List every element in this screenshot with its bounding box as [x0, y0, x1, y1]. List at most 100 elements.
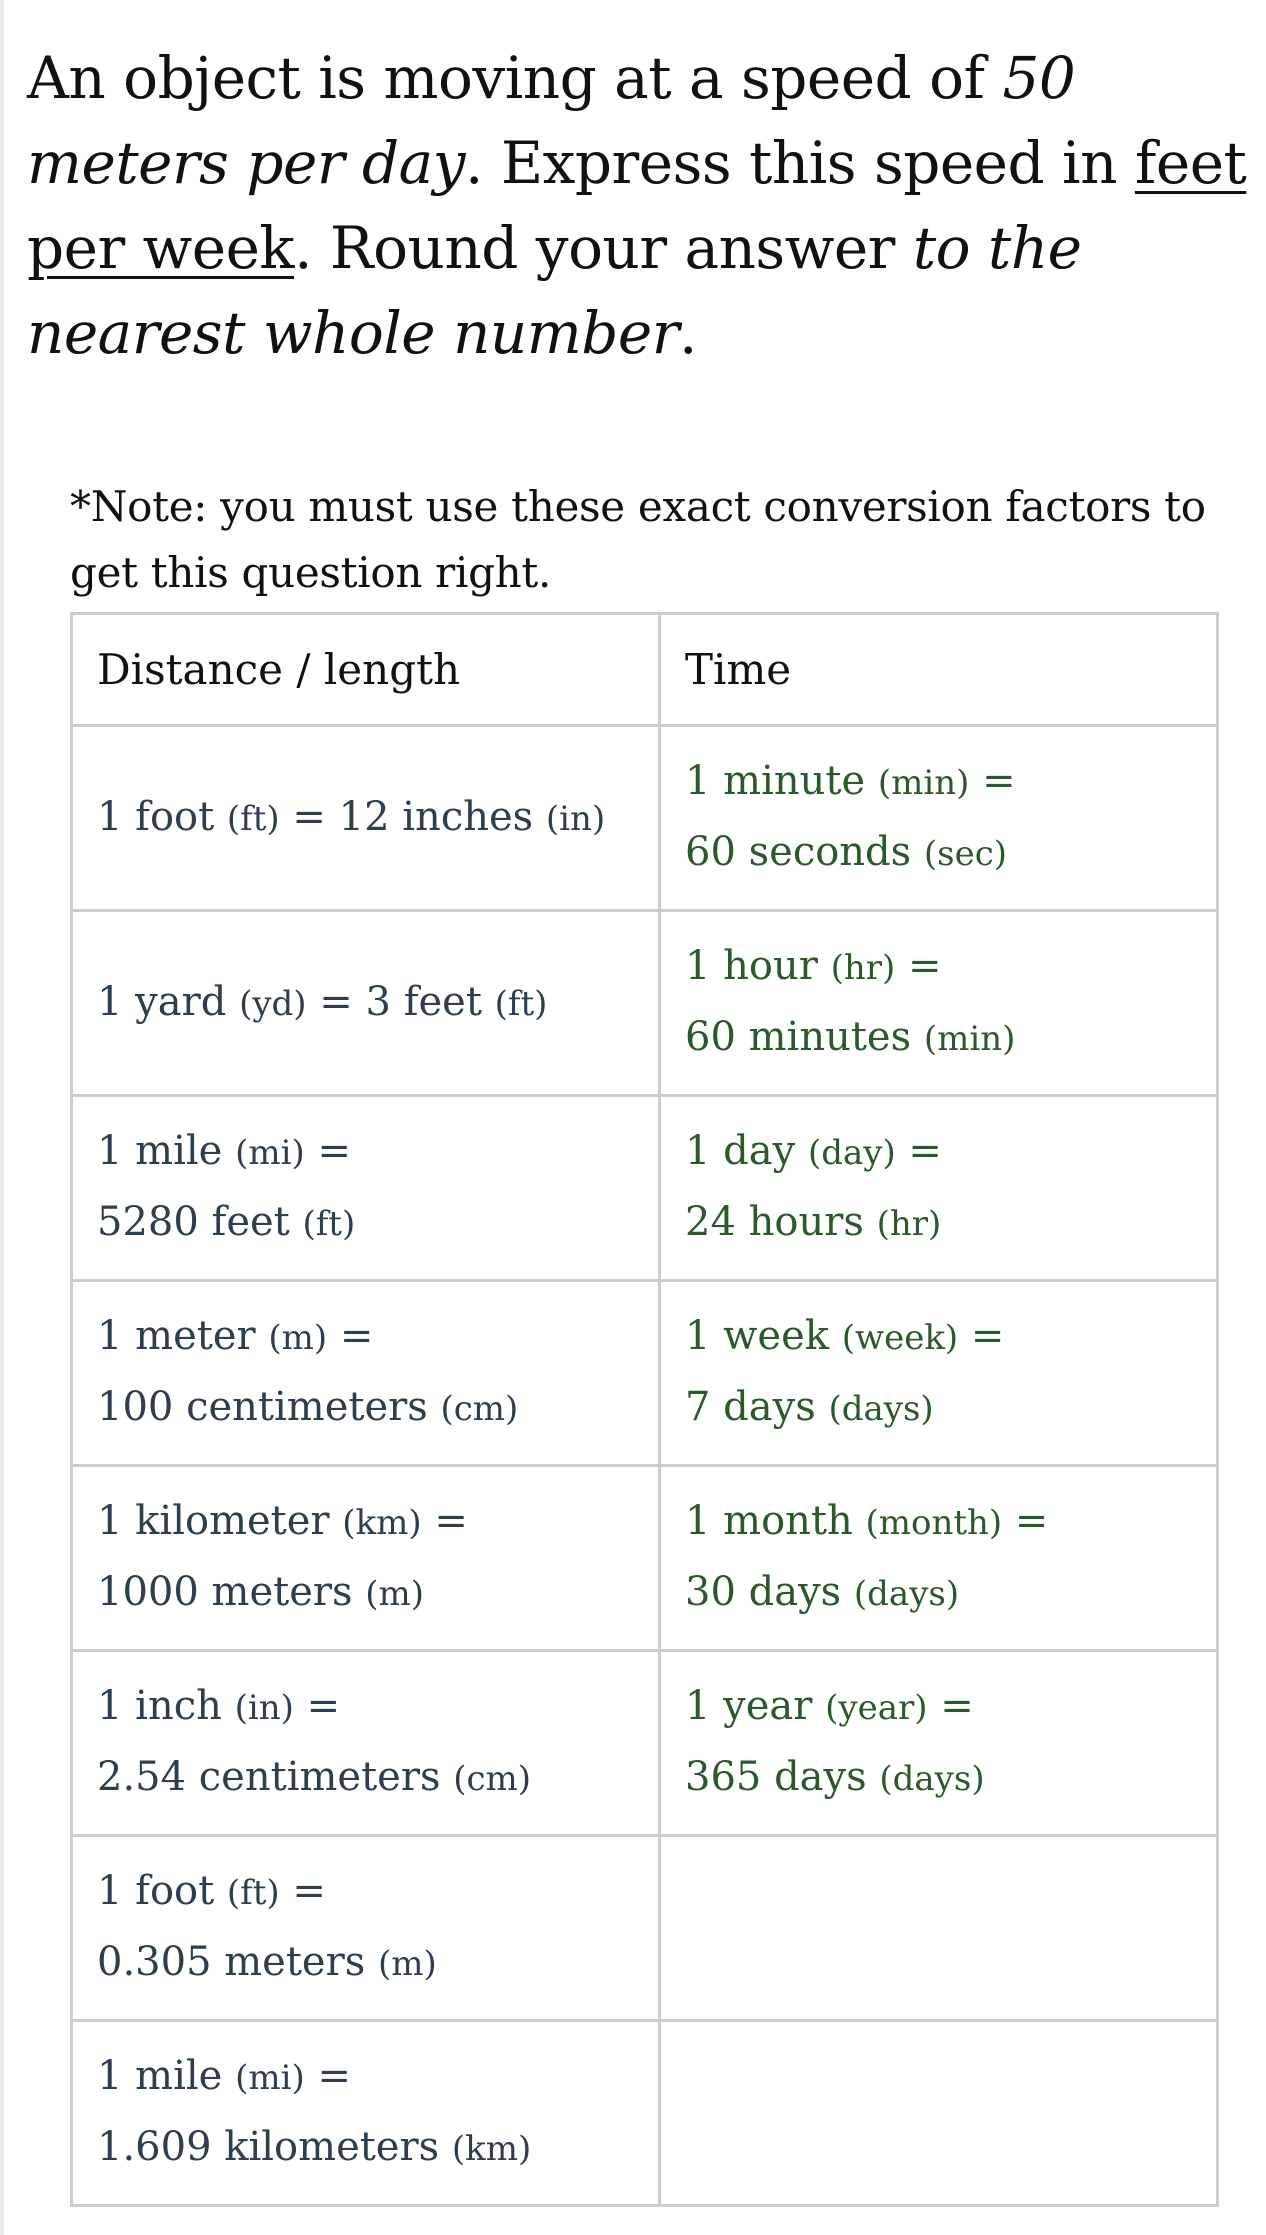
conversion-line: 1 yard (yd) = 3 feet (ft) [97, 968, 658, 1039]
conversion-line: 1 foot (ft) = 12 inches (in) [97, 783, 658, 854]
unit-abbreviation: (week) [841, 1318, 959, 1358]
conversion-line: 1 foot (ft) = [97, 1857, 658, 1928]
conversion-line: 1 hour (hr) = [685, 932, 1216, 1003]
unit-abbreviation: (day) [807, 1133, 896, 1173]
unit-abbreviation: (ft) [226, 1873, 280, 1913]
conversion-text: = [304, 1128, 351, 1174]
unit-abbreviation: (km) [342, 1503, 422, 1543]
conversion-factors-table: Distance / length Time 1 foot (ft) = 12 … [70, 612, 1219, 2207]
conversion-line: 100 centimeters (cm) [97, 1373, 658, 1444]
conversion-text: = [895, 1128, 942, 1174]
conversion-line: 1 meter (m) = [97, 1302, 658, 1373]
conversion-text: = [279, 1868, 326, 1914]
table-row: 1 foot (ft) = 0.305 meters (m) [70, 1834, 1219, 2022]
conversion-text: = [895, 943, 942, 989]
conversion-text: = [958, 1313, 1005, 1359]
conversion-text: 1 day [685, 1128, 808, 1174]
table-row: 1 foot (ft) = 12 inches (in) 1 minute (mi… [70, 724, 1219, 912]
unit-abbreviation: (cm) [440, 1389, 519, 1429]
unit-abbreviation: (ft) [494, 983, 548, 1024]
conversion-text: = [304, 2053, 351, 2099]
unit-abbreviation: (month) [865, 1503, 1003, 1543]
conversion-text: 1 mile [97, 2053, 236, 2099]
conversion-text: 1 foot [97, 793, 227, 840]
unit-abbreviation: (min) [923, 1019, 1016, 1059]
table-header-row: Distance / length Time [70, 612, 1219, 727]
conversion-line: 30 days (days) [685, 1558, 1216, 1629]
conversion-text: 60 minutes [685, 1014, 924, 1060]
distance-cell: 1 mile (mi) = 5280 feet (ft) [70, 1094, 661, 1282]
conversion-text: 1000 meters [97, 1569, 366, 1615]
table-row: 1 yard (yd) = 3 feet (ft) 1 hour (hr) = 60… [70, 909, 1219, 1097]
conversion-text: 1 year [685, 1683, 826, 1729]
unit-abbreviation: (min) [877, 763, 970, 803]
unit-abbreviation: (hr) [830, 948, 896, 988]
distance-cell: 1 kilometer (km) = 1000 meters (m) [70, 1464, 661, 1652]
conversion-line: 60 minutes (min) [685, 1003, 1216, 1074]
conversion-line: 7 days (days) [685, 1373, 1216, 1444]
conversion-text: 1 inch [97, 1683, 235, 1729]
conversion-text: 100 centimeters [97, 1384, 441, 1430]
page-left-edge [0, 0, 4, 2235]
table-row: 1 mile (mi) = 5280 feet (ft) 1 day (day) =… [70, 1094, 1219, 1282]
conversion-line: 1 kilometer (km) = [97, 1487, 658, 1558]
time-cell: 1 year (year) = 365 days (days) [658, 1649, 1219, 1837]
time-cell: 1 hour (hr) = 60 minutes (min) [658, 909, 1219, 1097]
conversion-text: 365 days [685, 1754, 880, 1800]
conversion-line: 1 day (day) = [685, 1117, 1216, 1188]
table-row: 1 inch (in) = 2.54 centimeters (cm) 1 year… [70, 1649, 1219, 1837]
conversion-text: = [421, 1498, 468, 1544]
distance-cell: 1 foot (ft) = 0.305 meters (m) [70, 1834, 661, 2022]
time-cell: 1 day (day) = 24 hours (hr) [658, 1094, 1219, 1282]
conversion-text: 1.609 kilometers [97, 2124, 452, 2170]
conversion-text: = [927, 1683, 974, 1729]
conversion-line: 1000 meters (m) [97, 1558, 658, 1629]
conversion-line: 1 week (week) = [685, 1302, 1216, 1373]
conversion-line: 60 seconds (sec) [685, 818, 1216, 889]
unit-abbreviation: (in) [545, 798, 606, 839]
conversion-text: 24 hours [685, 1199, 877, 1245]
conversion-text: 1 month [685, 1498, 866, 1544]
unit-abbreviation: (cm) [453, 1759, 532, 1799]
conversion-text: 1 mile [97, 1128, 236, 1174]
question-part: An object is moving at a speed of [27, 44, 1003, 112]
unit-abbreviation: (km) [451, 2129, 532, 2169]
table-body: 1 foot (ft) = 12 inches (in) 1 minute (mi… [70, 724, 1219, 2207]
table-row: 1 mile (mi) = 1.609 kilometers (km) [70, 2019, 1219, 2207]
unit-abbreviation: (days) [879, 1759, 985, 1799]
conversion-text: = [327, 1313, 374, 1359]
conversion-text: 5280 feet [97, 1199, 303, 1245]
conversion-line: 0.305 meters (m) [97, 1928, 658, 1999]
conversion-text: 1 yard [97, 978, 240, 1025]
conversion-text: 60 seconds [685, 829, 924, 875]
unit-abbreviation: (mi) [235, 2058, 305, 2098]
question-part: . Round your answer [294, 214, 913, 282]
header-time: Time [658, 612, 1219, 727]
conversion-text: = [969, 758, 1016, 804]
unit-abbreviation: (hr) [876, 1204, 942, 1244]
header-distance: Distance / length [70, 612, 661, 727]
distance-cell: 1 yard (yd) = 3 feet (ft) [70, 909, 661, 1097]
time-cell [658, 1834, 1219, 2022]
conversion-text: 7 days [685, 1384, 829, 1430]
conversion-line: 1 inch (in) = [97, 1672, 658, 1743]
conversion-text: = 12 inches [279, 793, 546, 840]
conversion-line: 1 mile (mi) = [97, 2042, 658, 2113]
unit-abbreviation: (mi) [235, 1133, 305, 1173]
table-row: 1 kilometer (km) = 1000 meters (m) 1 month… [70, 1464, 1219, 1652]
conversion-text: 1 week [685, 1313, 842, 1359]
conversion-line: 1.609 kilometers (km) [97, 2113, 658, 2184]
question-part: . [678, 299, 697, 367]
conversion-line: 24 hours (hr) [685, 1188, 1216, 1259]
conversion-text: = 3 feet [306, 978, 495, 1025]
unit-abbreviation: (in) [234, 1688, 294, 1728]
conversion-line: 1 year (year) = [685, 1672, 1216, 1743]
question-part: . Express this speed in [464, 129, 1135, 197]
time-cell [658, 2019, 1219, 2207]
unit-abbreviation: (ft) [302, 1204, 356, 1244]
unit-abbreviation: (days) [853, 1574, 960, 1614]
unit-abbreviation: (year) [825, 1688, 928, 1728]
unit-abbreviation: (m) [365, 1574, 425, 1614]
conversion-text: 1 hour [685, 943, 831, 989]
time-cell: 1 minute (min) = 60 seconds (sec) [658, 724, 1219, 912]
